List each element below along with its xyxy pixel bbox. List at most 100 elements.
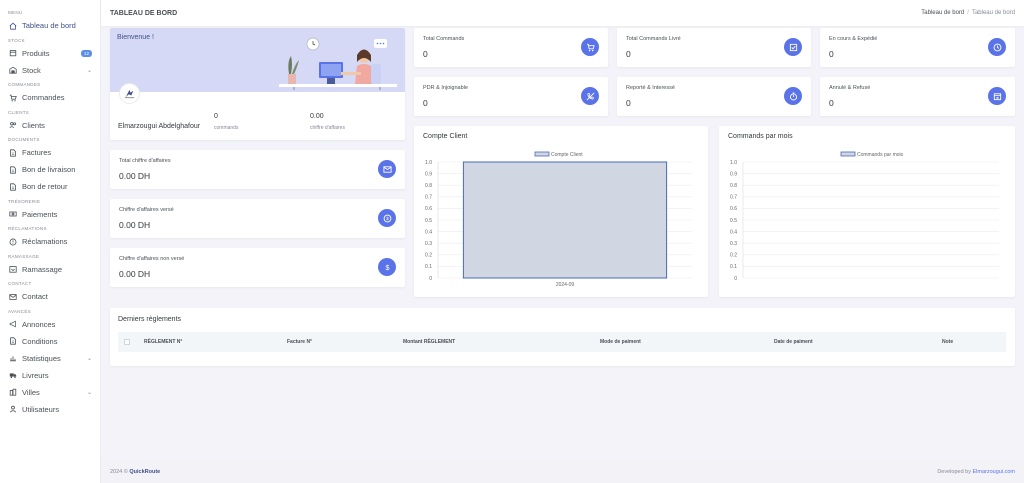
breadcrumb: Tableau de bord / Tableau de bord xyxy=(921,10,1015,16)
finance-label: Chiffre d'affaires non versé xyxy=(119,256,185,262)
sidebar-item-utilisateurs[interactable]: Utilisateurs xyxy=(0,401,100,418)
reglements-card: Derniers règlements RÈGLEMENT N° Facture… xyxy=(110,308,1015,366)
sidebar-section-label: COMMANDES xyxy=(8,82,41,87)
y-tick-label: 0.7 xyxy=(730,195,737,201)
y-tick-label: 0.4 xyxy=(730,229,737,235)
copyright-year: 2024 © xyxy=(110,468,128,475)
col-reglement[interactable]: RÈGLEMENT N° xyxy=(144,339,182,345)
col-montant[interactable]: Montant RÈGLEMENT xyxy=(403,339,455,345)
pickup-icon xyxy=(9,265,17,273)
commands-label: commands xyxy=(214,125,239,131)
user-name: Elmarzougui Abdelghafour xyxy=(118,123,201,130)
file-icon xyxy=(9,165,17,174)
money-icon xyxy=(9,210,17,218)
stat-card: Total Commands 0 xyxy=(414,28,608,67)
stat-label: En cours & Expédié xyxy=(829,36,878,42)
sidebar-item-livreurs[interactable]: Livreurs xyxy=(0,367,100,384)
sidebar-item-contact[interactable]: Contact xyxy=(0,288,100,305)
avatar xyxy=(119,83,140,104)
stat-value: 0 xyxy=(626,98,631,108)
breadcrumb-link[interactable]: Tableau de bord xyxy=(921,10,964,16)
col-note[interactable]: Note xyxy=(942,339,953,345)
sidebar-section-label: DOCUMENTS xyxy=(8,137,40,142)
col-date[interactable]: Date de paiment xyxy=(774,339,813,345)
truck-icon xyxy=(9,371,17,379)
dollar-icon: $ xyxy=(378,258,396,276)
stat-label: Total Commands Livré xyxy=(626,36,681,42)
sidebar-item-label: Réclamations xyxy=(22,237,68,246)
welcome-card: Bienvenue ! Elmarzougui Abdelghafour 0 c… xyxy=(110,28,405,140)
stat-value: 0 xyxy=(423,98,428,108)
chart-title: Commands par mois xyxy=(728,133,793,140)
chevron-down-icon: ⌄ xyxy=(86,67,92,74)
calendar-x-icon xyxy=(988,87,1006,105)
developer-link[interactable]: Elmarzougui.com xyxy=(973,469,1016,475)
sidebar-item-bon-de-livraison[interactable]: Bon de livraison xyxy=(0,161,100,178)
sidebar-item-villes[interactable]: Villes ⌄ xyxy=(0,384,100,401)
y-tick-label: 0.8 xyxy=(425,183,432,189)
chart-icon xyxy=(9,354,17,362)
page-title: TABLEAU DE BORD xyxy=(110,9,178,17)
cart-icon xyxy=(581,38,599,56)
alert-icon xyxy=(9,238,17,246)
phone-off-icon xyxy=(581,87,599,105)
stat-value: 0 xyxy=(423,49,428,59)
sidebar-item-label: Villes xyxy=(22,387,40,397)
topbar: TABLEAU DE BORD Tableau de bord / Tableau … xyxy=(101,0,1024,26)
sidebar-item-annonces[interactable]: Annonces xyxy=(0,316,100,333)
sidebar-item-factures[interactable]: Factures xyxy=(0,144,100,161)
stat-value: 0 xyxy=(829,98,834,108)
sidebar-section-label: CLIENTS xyxy=(8,109,30,115)
y-tick-label: 0.7 xyxy=(425,195,432,201)
box-icon xyxy=(9,49,17,57)
select-all-checkbox[interactable] xyxy=(124,339,130,345)
developer-credit: Developed by Elmarzougui.com xyxy=(937,469,1015,475)
sidebar-item-reclamations[interactable]: Réclamations xyxy=(0,233,100,250)
sidebar-item-label: Livreurs xyxy=(22,370,49,380)
y-tick-label: 0.2 xyxy=(425,253,432,259)
stat-card: Reporté & Interessé 0 xyxy=(617,77,811,116)
sidebar-item-ramassage[interactable]: Ramassage xyxy=(0,261,100,278)
sidebar-item-label: Tableau de bord xyxy=(22,21,76,30)
sidebar-item-conditions[interactable]: Conditions xyxy=(0,333,100,350)
sidebar-item-label: Bon de retour xyxy=(22,182,68,191)
y-tick-label: 0.9 xyxy=(730,171,737,177)
brand-link[interactable]: QuickRoute xyxy=(129,469,160,475)
clock-icon xyxy=(988,38,1006,56)
sidebar-item-commandes[interactable]: Commandes xyxy=(0,89,100,106)
sidebar-item-stock[interactable]: Stock ⌄ xyxy=(0,62,100,79)
stat-card: PDR & Injoignable 0 xyxy=(414,77,608,116)
cart-icon xyxy=(9,94,17,102)
warehouse-icon xyxy=(9,66,17,74)
sidebar-item-label: Factures xyxy=(22,148,52,157)
y-tick-label: 0.3 xyxy=(425,241,432,247)
y-tick-label: 0.6 xyxy=(425,206,432,212)
sidebar-item-label: Clients xyxy=(22,120,45,130)
y-tick-label: 0.1 xyxy=(425,264,432,270)
y-tick-label: 0.4 xyxy=(425,229,432,235)
col-mode[interactable]: Mode de paiment xyxy=(600,339,641,345)
chart-title: Compte Client xyxy=(423,133,468,140)
stat-value: 0 xyxy=(829,49,834,59)
sidebar-section-label: MENU xyxy=(8,10,23,15)
sidebar-item-paiements[interactable]: Paiements xyxy=(0,206,100,223)
finance-value: 0.00 DH xyxy=(119,220,151,230)
stat-value: 0 xyxy=(626,49,631,59)
file-icon xyxy=(9,337,17,345)
table-title: Derniers règlements xyxy=(118,316,182,323)
sidebar-item-clients[interactable]: Clients xyxy=(0,117,100,134)
revenue-value: 0.00 xyxy=(310,113,324,120)
footer: 2024 © QuickRoute Developed by Elmarzoug… xyxy=(101,460,1024,483)
stat-card: En cours & Expédié 0 xyxy=(820,28,1015,67)
sidebar-item-produits[interactable]: Produits 12 xyxy=(0,45,100,62)
chevron-down-icon: ⌄ xyxy=(86,389,92,396)
y-tick-label: 0 xyxy=(734,276,737,282)
compte-client-chart-card: Compte Client Compte Client 0 0.1 0.2 0.3 0.4… xyxy=(414,126,708,297)
sidebar-item-statistiques[interactable]: Statistiques ⌄ xyxy=(0,350,100,367)
sidebar-item-label: Conditions xyxy=(22,336,58,346)
sidebar-item-tableau-de-bord[interactable]: Tableau de bord xyxy=(0,17,100,34)
sidebar-item-bon-de-retour[interactable]: Bon de retour xyxy=(0,178,100,195)
finance-label: Total chiffre d'affaires xyxy=(119,158,171,164)
svg-text:$: $ xyxy=(385,263,389,272)
col-facture[interactable]: Facture N° xyxy=(287,339,312,345)
